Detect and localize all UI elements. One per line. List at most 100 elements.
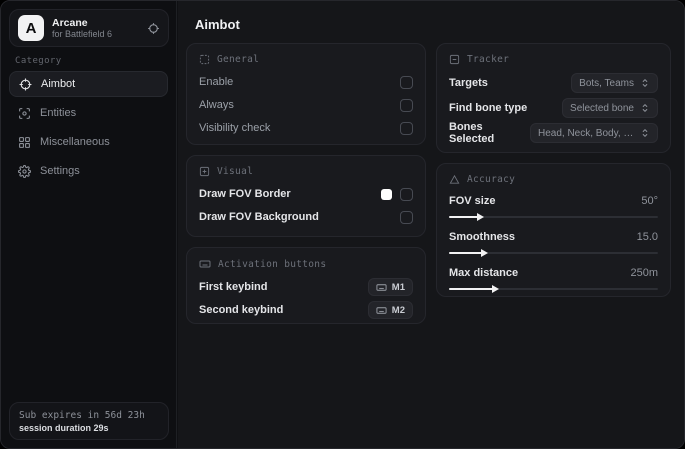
card-title: General [217, 54, 260, 65]
setting-label: Bones Selected [449, 121, 495, 145]
setting-row-always: Always [199, 94, 413, 116]
card-visual: Visual Draw FOV Border Draw FOV Backgrou… [186, 155, 426, 237]
card-title: Visual [217, 166, 254, 177]
session-duration-text: session duration 29s [19, 422, 109, 433]
setting-label: Visibility check [199, 122, 271, 134]
slider-value: 15.0 [636, 231, 658, 243]
subscription-status: Sub expires in 56d 23h session duration … [9, 402, 169, 440]
card-accuracy-header: Accuracy [449, 174, 658, 185]
card-activation-header: Activation buttons [199, 258, 413, 270]
crosshair-icon [19, 78, 32, 91]
dropdown-value: Selected bone [570, 102, 634, 114]
reticle-icon[interactable] [147, 22, 160, 35]
setting-row-visibility-check: Visibility check [199, 117, 413, 139]
chevron-up-down-icon [640, 128, 650, 138]
draw-fov-border-checkbox[interactable] [400, 187, 413, 201]
smoothness-slider[interactable] [449, 249, 658, 257]
setting-label: First keybind [199, 281, 268, 293]
sidebar-item-entities[interactable]: Entities [9, 100, 168, 126]
setting-row-enable: Enable [199, 71, 413, 93]
setting-label: Draw FOV Background [199, 211, 319, 223]
sidebar: A Arcane for Battlefield 6 Category Aimb… [1, 1, 177, 448]
card-title: Accuracy [467, 174, 516, 185]
slider-fill [449, 249, 489, 257]
slider-label: Smoothness [449, 231, 516, 243]
sidebar-item-label: Settings [40, 165, 80, 177]
logo-text: Arcane for Battlefield 6 [52, 17, 139, 39]
slider-fill [449, 213, 485, 221]
setting-label: Second keybind [199, 304, 284, 316]
sub-expiry-text: Sub expires in 56d 23h [19, 409, 145, 421]
setting-row-draw-fov-border: Draw FOV Border [199, 183, 413, 205]
gear-icon [18, 164, 31, 178]
keyboard-icon [199, 258, 211, 270]
card-tracker-header: Tracker [449, 54, 658, 65]
app-subtitle: for Battlefield 6 [52, 28, 113, 39]
scan-icon [18, 107, 31, 120]
sidebar-item-miscellaneous[interactable]: Miscellaneous [9, 129, 168, 155]
always-checkbox[interactable] [400, 98, 413, 112]
card-general: General Enable Always Visibility check [186, 43, 426, 145]
chevron-up-down-icon [640, 103, 650, 113]
setting-row-draw-fov-background: Draw FOV Background [199, 206, 413, 228]
slider-fill [449, 285, 499, 293]
setting-row-find-bone-type: Find bone type Selected bone [449, 96, 658, 120]
draw-fov-background-checkbox[interactable] [400, 210, 413, 224]
bones-selected-dropdown[interactable]: Head, Neck, Body, Pe.. [530, 123, 658, 143]
find-bone-type-dropdown[interactable]: Selected bone [562, 98, 658, 118]
sidebar-item-settings[interactable]: Settings [9, 158, 168, 184]
slider-fov-size: FOV size 50° [449, 191, 658, 221]
app-window: A Arcane for Battlefield 6 Category Aimb… [0, 0, 685, 449]
setting-row-second-keybind: Second keybind M2 [199, 299, 413, 321]
slider-value: 250m [630, 267, 658, 279]
color-swatch[interactable] [381, 188, 392, 200]
setting-row-bones-selected: Bones Selected Head, Neck, Body, Pe.. [449, 121, 658, 145]
app-logo: A [18, 15, 44, 41]
card-visual-header: Visual [199, 166, 413, 177]
slider-value: 50° [641, 195, 658, 207]
dropdown-value: Bots, Teams [579, 77, 634, 89]
triangle-icon [449, 174, 460, 185]
keybind-value: M2 [391, 304, 405, 316]
max-distance-slider[interactable] [449, 285, 658, 293]
targets-dropdown[interactable]: Bots, Teams [571, 73, 658, 93]
sidebar-item-label: Miscellaneous [40, 136, 110, 148]
main-panel: Aimbot General Enable Always Visibility … [178, 1, 684, 448]
card-title: Activation buttons [218, 258, 327, 270]
keyboard-icon [376, 305, 387, 316]
second-keybind-button[interactable]: M2 [367, 301, 413, 319]
tracker-icon [449, 54, 460, 65]
sidebar-item-label: Aimbot [41, 78, 76, 90]
page-title: Aimbot [195, 17, 240, 32]
slider-max-distance: Max distance 250m [449, 263, 658, 293]
category-label: Category [15, 56, 62, 66]
grid-icon [18, 136, 31, 149]
app-title: Arcane [52, 16, 88, 29]
setting-row-targets: Targets Bots, Teams [449, 71, 658, 95]
sidebar-nav: Aimbot Entities Miscellaneous Settings [9, 71, 168, 187]
setting-label: Find bone type [449, 102, 528, 114]
slider-label: FOV size [449, 195, 496, 207]
sidebar-item-label: Entities [40, 107, 77, 119]
setting-label: Always [199, 99, 234, 111]
setting-row-first-keybind: First keybind M1 [199, 276, 413, 298]
first-keybind-button[interactable]: M1 [367, 278, 413, 296]
setting-label: Targets [449, 77, 488, 89]
setting-label: Draw FOV Border [199, 188, 291, 200]
card-title: Tracker [467, 54, 510, 65]
card-general-header: General [199, 54, 413, 65]
dropdown-value: Head, Neck, Body, Pe.. [538, 127, 634, 139]
setting-label: Enable [199, 76, 234, 88]
visibility-check-checkbox[interactable] [400, 121, 413, 135]
card-accuracy: Accuracy FOV size 50° Smoothness 15.0 Ma… [436, 163, 671, 297]
keybind-value: M1 [391, 281, 405, 293]
logo-card: A Arcane for Battlefield 6 [9, 9, 169, 47]
slider-label: Max distance [449, 267, 519, 279]
card-activation-buttons: Activation buttons First keybind M1 Seco… [186, 247, 426, 324]
layers-icon [199, 166, 210, 177]
fov-size-slider[interactable] [449, 213, 658, 221]
sidebar-item-aimbot[interactable]: Aimbot [9, 71, 168, 97]
keyboard-icon [376, 282, 387, 293]
slider-smoothness: Smoothness 15.0 [449, 227, 658, 257]
enable-checkbox[interactable] [400, 75, 413, 89]
